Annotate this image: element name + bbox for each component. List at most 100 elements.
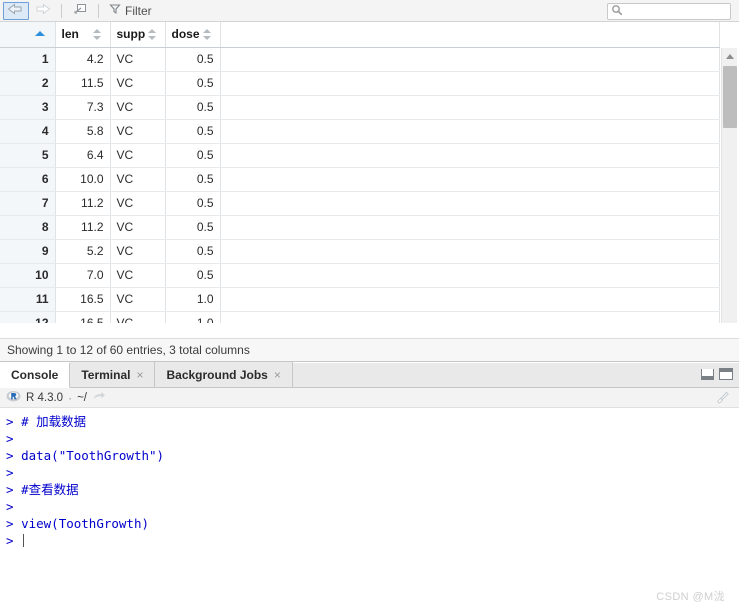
table-row[interactable]: 1 4.2 VC 0.5 (0, 47, 720, 72)
cell-len: 7.3 (55, 95, 111, 120)
cell-filler (220, 263, 720, 288)
cell-rownum: 10 (0, 263, 56, 288)
table-row[interactable]: 2 11.5 VC 0.5 (0, 71, 720, 96)
table-row[interactable]: 4 5.8 VC 0.5 (0, 119, 720, 144)
viewer-search-box[interactable] (607, 3, 731, 20)
table-row[interactable]: 12 16.5 VC 1.0 (0, 311, 720, 323)
toolbar-divider-1 (61, 3, 62, 18)
cell-supp: VC (110, 143, 166, 168)
minimize-panel-icon[interactable] (701, 368, 714, 380)
maximize-panel-icon[interactable] (719, 368, 733, 380)
cell-len: 16.5 (55, 311, 111, 323)
table-row[interactable]: 8 11.2 VC 0.5 (0, 215, 720, 240)
cell-filler (220, 167, 720, 192)
cell-filler (220, 239, 720, 264)
table-row[interactable]: 3 7.3 VC 0.5 (0, 95, 720, 120)
cell-rownum: 2 (0, 71, 56, 96)
close-icon-terminal[interactable]: × (136, 369, 143, 381)
forward-button[interactable] (29, 2, 55, 20)
table-row[interactable]: 11 16.5 VC 1.0 (0, 287, 720, 312)
table-row[interactable]: 9 5.2 VC 0.5 (0, 239, 720, 264)
cell-supp: VC (110, 119, 166, 144)
console-line: > (6, 498, 739, 515)
viewer-status-bar: Showing 1 to 12 of 60 entries, 3 total c… (0, 338, 739, 361)
cell-len: 4.2 (55, 47, 111, 72)
open-in-new-window-icon (72, 2, 88, 19)
column-header-len[interactable]: len (55, 22, 111, 48)
console-prompt: > (6, 414, 22, 429)
console-prompt: > (6, 482, 22, 497)
column-header-rownum[interactable] (0, 22, 56, 48)
watermark: CSDN @M泷 (656, 591, 725, 603)
tab-terminal-label: Terminal (81, 367, 131, 382)
table-row[interactable]: 5 6.4 VC 0.5 (0, 143, 720, 168)
table-row[interactable]: 10 7.0 VC 0.5 (0, 263, 720, 288)
cell-rownum: 1 (0, 47, 56, 72)
scroll-up-arrow-icon[interactable] (722, 48, 738, 64)
table-vertical-scrollbar[interactable] (721, 48, 737, 323)
search-input[interactable] (623, 4, 723, 19)
column-header-filler (220, 22, 720, 48)
filter-label: Filter (125, 3, 152, 18)
cell-dose: 0.5 (165, 71, 221, 96)
console-line: > #查看数据 (6, 481, 739, 498)
console-prompt: > (6, 516, 22, 531)
open-in-new-window-button[interactable] (68, 2, 92, 20)
broom-clear-console-icon[interactable] (715, 390, 731, 409)
cell-supp: VC (110, 167, 166, 192)
cell-dose: 0.5 (165, 167, 221, 192)
console-prompt: > (6, 448, 22, 463)
console-cursor (23, 534, 25, 547)
cell-rownum: 5 (0, 143, 56, 168)
sort-toggle-icon-len[interactable] (92, 28, 102, 41)
console-prompt: > (6, 533, 22, 548)
cell-supp: VC (110, 47, 166, 72)
column-header-dose[interactable]: dose (165, 22, 221, 48)
console-prompt: > (6, 465, 22, 480)
tab-terminal[interactable]: Terminal × (70, 362, 156, 387)
data-table-region: len supp dose 1 4.2 VC 0.5 2 11.5 VC 0.5… (0, 22, 739, 323)
cell-supp: VC (110, 263, 166, 288)
console-line: > view(ToothGrowth) (6, 515, 739, 532)
console-pane: Console Terminal × Background Jobs × R 4… (0, 362, 739, 610)
sort-toggle-icon-supp[interactable] (147, 28, 157, 41)
cell-len: 16.5 (55, 287, 111, 312)
close-icon-background-jobs[interactable]: × (274, 369, 281, 381)
console-line-text: view(ToothGrowth) (21, 516, 149, 531)
back-button[interactable] (3, 1, 29, 20)
cell-dose: 1.0 (165, 311, 221, 323)
arrow-left-icon (7, 3, 25, 18)
tab-console[interactable]: Console (0, 363, 71, 388)
funnel-filter-icon (109, 3, 121, 18)
popout-arrow-icon[interactable] (92, 391, 106, 405)
cell-supp: VC (110, 311, 166, 323)
arrow-right-icon (33, 3, 51, 18)
console-line: > data("ToothGrowth") (6, 447, 739, 464)
cell-filler (220, 71, 720, 96)
console-prompt: > (6, 499, 22, 514)
table-row[interactable]: 6 10.0 VC 0.5 (0, 167, 720, 192)
cell-rownum: 11 (0, 287, 56, 312)
table-row[interactable]: 7 11.2 VC 0.5 (0, 191, 720, 216)
cell-dose: 0.5 (165, 239, 221, 264)
console-line: > (6, 430, 739, 447)
cell-supp: VC (110, 239, 166, 264)
cell-filler (220, 95, 720, 120)
scrollbar-thumb[interactable] (723, 66, 737, 128)
cell-rownum: 9 (0, 239, 56, 264)
filter-button[interactable]: Filter (105, 2, 156, 20)
tab-background-jobs[interactable]: Background Jobs × (155, 362, 293, 387)
cell-supp: VC (110, 287, 166, 312)
column-header-supp-label: supp (116, 27, 146, 42)
sort-ascending-icon (34, 31, 45, 36)
console-line: > (6, 532, 739, 549)
console-prompt: > (6, 431, 22, 446)
console-output[interactable]: > # 加载数据 > > data("ToothGrowth") > > #查看数据… (0, 408, 739, 608)
scroll-down-arrow-icon[interactable] (722, 322, 738, 323)
search-icon (611, 4, 623, 19)
cell-len: 11.2 (55, 191, 111, 216)
sort-toggle-icon-dose[interactable] (202, 28, 212, 41)
column-header-supp[interactable]: supp (110, 22, 166, 48)
cell-len: 7.0 (55, 263, 111, 288)
cell-supp: VC (110, 95, 166, 120)
